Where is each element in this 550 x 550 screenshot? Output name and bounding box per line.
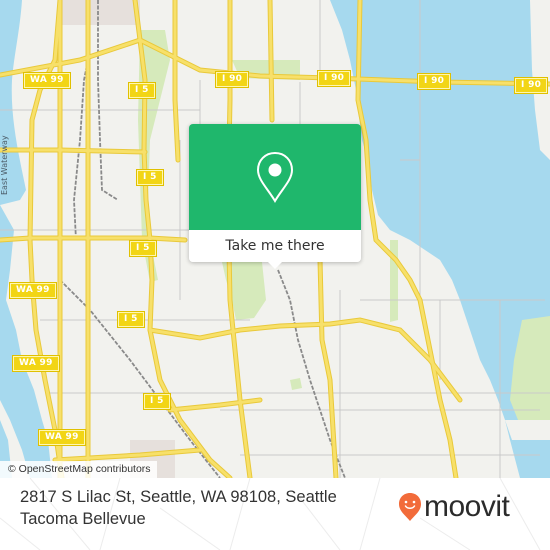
popup-header xyxy=(189,124,361,230)
moovit-logo-icon xyxy=(399,493,421,521)
park-small xyxy=(290,378,302,390)
road-shield-i5: I 5 xyxy=(129,240,157,257)
road-shield-i90: I 90 xyxy=(416,73,452,90)
road-shield-i5: I 5 xyxy=(136,169,164,186)
road-shield-i90: I 90 xyxy=(214,71,250,88)
urban-block-sodo xyxy=(60,0,140,25)
road-shield-wa99: WA 99 xyxy=(23,72,71,89)
footer-bar: 2817 S Lilac St, Seattle, WA 98108, Seat… xyxy=(0,478,550,550)
road-shield-wa99: WA 99 xyxy=(9,282,57,299)
map-pin-icon xyxy=(256,151,294,203)
road-shield-i90: I 90 xyxy=(513,77,549,94)
road-shield-i5: I 5 xyxy=(143,393,171,410)
destination-popup: Take me there xyxy=(189,124,361,269)
land-seward-south xyxy=(505,420,550,440)
road-shield-i5: I 5 xyxy=(117,311,145,328)
road-shield-i90: I 90 xyxy=(316,70,352,87)
moovit-wordmark: moovit xyxy=(424,490,510,523)
map-view[interactable]: WA 99 I 5 I 5 I 90 I 90 I 90 I 90 I 5 WA… xyxy=(0,0,550,478)
popup-tail xyxy=(267,261,283,269)
road-shield-i5: I 5 xyxy=(128,82,156,99)
street-label-east-waterway: East Waterway xyxy=(0,135,9,195)
road-shield-wa99: WA 99 xyxy=(12,355,60,372)
road-shield-wa99: WA 99 xyxy=(38,429,86,446)
map-attribution[interactable]: © OpenStreetMap contributors xyxy=(0,461,157,478)
address-text: 2817 S Lilac St, Seattle, WA 98108, Seat… xyxy=(20,488,337,528)
moovit-brand[interactable]: moovit xyxy=(398,490,510,523)
take-me-there-button[interactable]: Take me there xyxy=(189,230,361,262)
